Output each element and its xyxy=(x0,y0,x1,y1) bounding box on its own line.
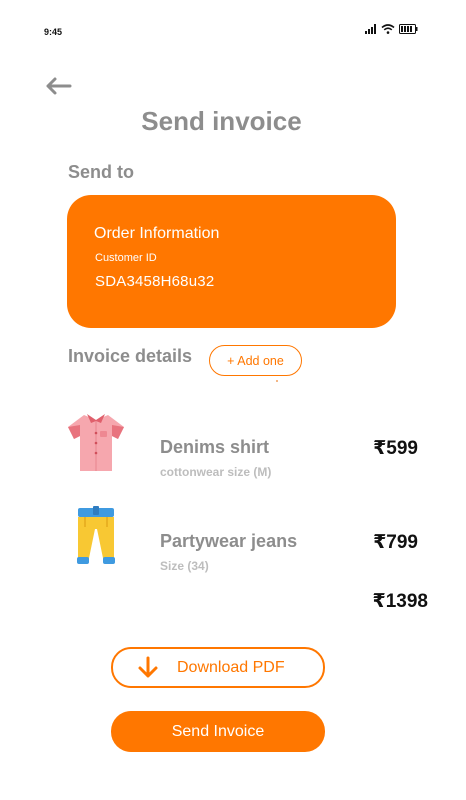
jeans-icon xyxy=(77,506,115,564)
wifi-icon xyxy=(381,24,395,34)
download-pdf-label: Download PDF xyxy=(177,658,285,676)
customer-id-label: Customer ID xyxy=(95,252,157,264)
item-detail: Size (34) xyxy=(160,559,209,573)
invoice-details-label: Invoice details xyxy=(68,346,193,366)
back-arrow-icon xyxy=(46,77,72,95)
signal-icon xyxy=(365,24,376,34)
status-time: 9:45 xyxy=(44,27,63,37)
download-pdf-button[interactable]: Download PDF xyxy=(111,647,325,688)
item-price: ₹599 xyxy=(373,438,418,459)
page-title: Send invoice xyxy=(141,106,302,136)
status-icons xyxy=(365,24,418,34)
order-info-title: Order Information xyxy=(94,225,220,242)
item-price: ₹799 xyxy=(373,532,418,553)
download-arrow-icon xyxy=(138,656,158,677)
item-detail: cottonwear size (M) xyxy=(160,465,272,479)
send-invoice-label: Send Invoice xyxy=(171,722,265,740)
decorative-dot xyxy=(276,380,278,382)
customer-id-value: SDA3458H68u32 xyxy=(95,273,215,290)
send-invoice-button[interactable]: Send Invoice xyxy=(111,711,325,752)
add-item-label: + Add one xyxy=(227,353,284,368)
total-price: ₹1398 xyxy=(372,591,429,612)
invoice-item[interactable]: Partywear jeans Size (34) ₹799 xyxy=(0,505,466,575)
shirt-icon xyxy=(68,414,124,471)
add-item-button[interactable]: + Add one xyxy=(209,345,302,376)
order-info-card: Order Information Customer ID SDA3458H68… xyxy=(67,195,396,328)
invoice-item[interactable]: Denims shirt cottonwear size (M) ₹599 xyxy=(0,411,466,481)
item-name: Denims shirt xyxy=(160,437,270,457)
send-to-label: Send to xyxy=(68,162,134,182)
battery-icon xyxy=(399,24,418,34)
back-button[interactable] xyxy=(44,74,72,98)
status-bar: 9:45 xyxy=(0,0,466,56)
item-name: Partywear jeans xyxy=(160,531,298,551)
